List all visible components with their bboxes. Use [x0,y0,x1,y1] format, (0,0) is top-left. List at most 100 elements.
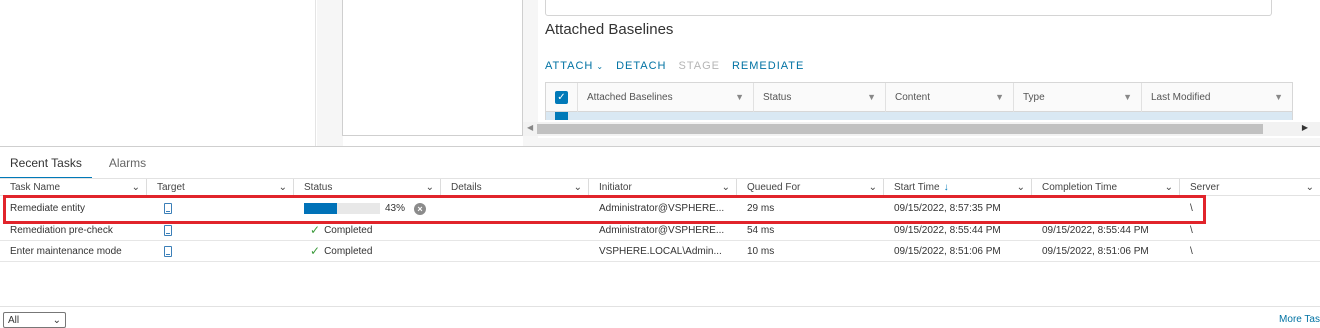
chevron-down-icon: ⌄ [52,314,61,326]
col-completion-time[interactable]: Completion Time ⌄ [1032,179,1180,196]
col-attached-baselines[interactable]: Attached Baselines ▼ [578,82,754,112]
col-label: Attached Baselines [587,91,673,103]
col-queued-for[interactable]: Queued For ⌄ [737,179,884,196]
initiator-cell: Administrator@VSPHERE... [599,203,725,214]
chevron-down-icon[interactable]: ⌄ [1165,182,1173,193]
baselines-grid-header: ✓ Attached Baselines ▼ Status ▼ Content … [546,82,1292,112]
horizontal-scrollbar[interactable]: ◀ ▶ [523,122,1320,136]
scroll-left-icon[interactable]: ◀ [527,123,533,132]
completion-time-cell [1032,198,1180,219]
col-status[interactable]: Status ⌄ [294,179,441,196]
col-initiator[interactable]: Initiator ⌄ [589,179,737,196]
server-cell[interactable]: \ [1180,220,1320,240]
target-cell [147,198,294,219]
detach-button[interactable]: DETACH [616,60,666,72]
col-start-time[interactable]: Start Time ↓ ⌄ [884,179,1032,196]
col-status[interactable]: Status ▼ [754,82,886,112]
filter-icon[interactable]: ▼ [867,92,876,102]
task-name: Remediation pre-check [10,224,113,236]
tasks-tabs: Recent Tasks Alarms [0,147,156,179]
previous-section-box [545,0,1272,16]
start-time-cell: 09/15/2022, 8:51:06 PM [894,245,1001,257]
col-label: Start Time [894,182,940,193]
scrollbar-thumb[interactable] [537,124,1263,134]
server-cell[interactable]: \ [1180,198,1320,219]
completion-time-cell: 09/15/2022, 8:51:06 PM [1042,245,1149,257]
table-row[interactable]: Remediation pre-check ✓ Completed Admini… [0,220,1320,241]
chevron-down-icon: ⌄ [596,61,605,71]
table-row[interactable]: Remediate entity 43% × Administrator@VSP… [0,198,1320,219]
col-label: Status [763,91,792,103]
chevron-down-icon[interactable]: ⌄ [574,182,582,193]
cancel-icon[interactable]: × [414,202,427,215]
col-label: Target [157,182,185,193]
pane-gutter [317,0,343,146]
details-cell [441,198,589,219]
chevron-down-icon[interactable]: ⌄ [1017,182,1025,193]
initiator-cell: Administrator@VSPHERE... [599,224,725,236]
section-title: Attached Baselines [545,21,674,38]
select-value: All [8,314,20,326]
task-filter-select[interactable]: All ⌄ [3,312,66,328]
col-type[interactable]: Type ▼ [1014,82,1142,112]
chevron-down-icon[interactable]: ⌄ [132,182,140,193]
app-root: Attached Baselines ATTACH ⌄ DETACH STAGE… [0,0,1320,328]
tasks-grid-header: Task Name ⌄ Target ⌄ Status ⌄ Details ⌄ Init… [0,178,1320,196]
progress-percent: 43% [385,203,406,214]
more-tasks-link[interactable]: More Tas [1279,314,1320,325]
col-label: Type [1023,91,1045,103]
attach-button[interactable]: ATTACH ⌄ [545,60,604,72]
table-row[interactable]: Enter maintenance mode ✓ Completed VSPHE… [0,241,1320,262]
queued-for-cell: 29 ms [747,203,775,214]
scroll-right-icon[interactable]: ▶ [1302,123,1308,132]
filter-icon[interactable]: ▼ [1123,92,1132,102]
chevron-down-icon[interactable]: ⌄ [1306,182,1314,193]
status-cell: 43% × [294,198,441,219]
completion-time-cell: 09/15/2022, 8:55:44 PM [1042,224,1149,236]
server-cell[interactable]: \ [1180,241,1320,261]
select-all-checkbox[interactable]: ✓ [555,90,568,104]
col-task-name[interactable]: Task Name ⌄ [0,179,147,196]
queued-for-cell: 54 ms [747,224,775,236]
col-label: Server [1190,182,1220,193]
row-checkbox[interactable] [555,112,568,120]
remediate-button[interactable]: REMEDIATE [732,60,804,72]
attached-baselines-grid: ✓ Attached Baselines ▼ Status ▼ Content … [545,82,1293,120]
chevron-down-icon[interactable]: ⌄ [722,182,730,193]
col-details[interactable]: Details ⌄ [441,179,589,196]
stage-label: STAGE [678,60,720,72]
baseline-actions: ATTACH ⌄ DETACH STAGE REMEDIATE [545,60,804,72]
remediate-label: REMEDIATE [731,60,805,72]
baseline-row[interactable] [546,112,1292,120]
check-icon: ✓ [310,223,321,237]
filter-icon[interactable]: ▼ [1274,92,1283,102]
host-icon[interactable] [164,203,172,214]
col-last-modified[interactable]: Last Modified ▼ [1142,83,1292,112]
detach-label: DETACH [616,60,667,72]
chevron-down-icon[interactable]: ⌄ [869,182,877,193]
tab-recent-tasks[interactable]: Recent Tasks [0,147,92,179]
tab-alarms[interactable]: Alarms [92,147,156,179]
check-icon: ✓ [310,244,321,258]
details-cell [441,220,589,240]
col-target[interactable]: Target ⌄ [147,179,294,196]
host-icon[interactable] [164,245,172,257]
status-text: Completed [324,245,373,257]
chevron-down-icon[interactable]: ⌄ [426,182,434,193]
host-icon[interactable] [164,224,172,236]
chevron-down-icon[interactable]: ⌄ [279,182,287,193]
filter-icon[interactable]: ▼ [735,92,744,102]
col-label: Last Modified [1151,91,1211,103]
filter-icon[interactable]: ▼ [995,92,1004,102]
col-content[interactable]: Content ▼ [886,82,1014,112]
col-label: Content [895,91,931,103]
task-name: Remediate entity [10,203,86,214]
tasks-panel: Recent Tasks Alarms Task Name ⌄ Target ⌄ S… [0,146,1320,328]
col-server[interactable]: Server ⌄ [1180,179,1320,196]
initiator-cell: VSPHERE.LOCAL\Admin... [599,245,722,257]
task-name: Enter maintenance mode [10,245,122,257]
stage-button[interactable]: STAGE [679,60,720,72]
start-time-cell: 09/15/2022, 8:55:44 PM [894,224,1001,236]
inventory-pane [0,0,316,146]
top-area: Attached Baselines ATTACH ⌄ DETACH STAGE… [0,0,1320,146]
